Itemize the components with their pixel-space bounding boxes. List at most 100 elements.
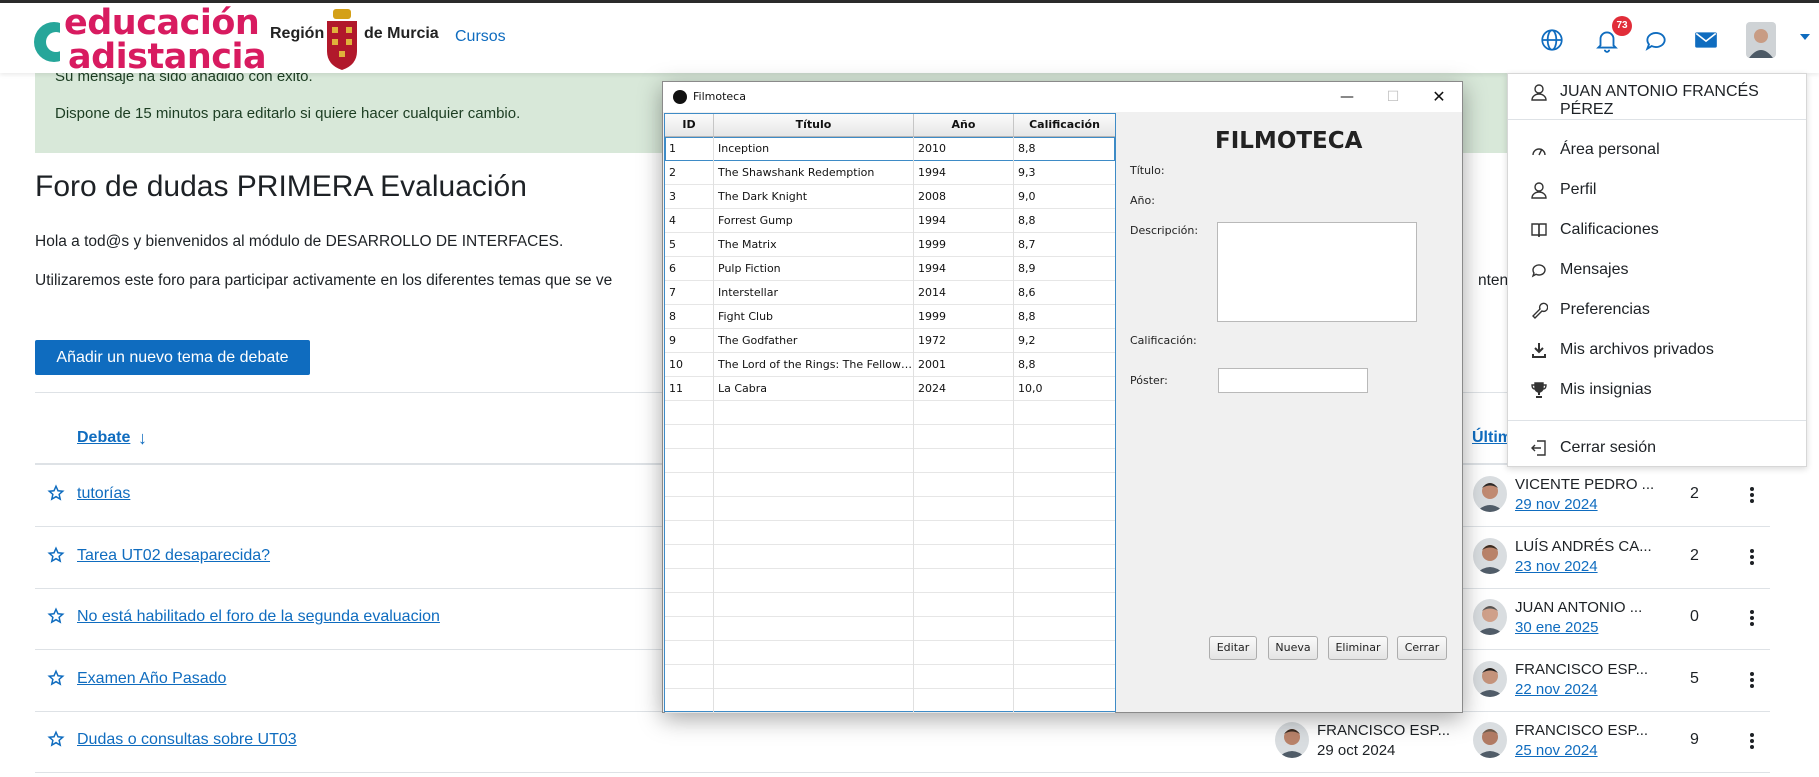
reply-count: 2 [1690,546,1699,564]
last-author-name[interactable]: FRANCISCO ESP... [1515,661,1648,678]
delete-button[interactable]: Eliminar [1328,636,1388,660]
col-title[interactable]: Título [714,114,914,136]
movies-table[interactable]: ID Título Año Calificación 1 Inception 201… [664,113,1116,713]
discussion-link[interactable]: tutorías [77,485,130,503]
new-button[interactable]: Nueva [1268,636,1318,660]
table-cell [914,641,1014,665]
table-cell [914,665,1014,689]
chevron-down-icon[interactable] [1800,34,1810,40]
site-logo[interactable]: educación adistancia [34,6,267,75]
table-cell [665,401,714,425]
more-actions-icon[interactable] [1748,547,1756,567]
star-icon[interactable] [47,668,65,687]
menu-item-mensajes[interactable]: Mensajes [1508,252,1806,288]
last-author-name[interactable]: LUÍS ANDRÉS CA... [1515,538,1652,555]
table-row[interactable]: 2 The Shawshank Redemption 1994 9,3 [665,161,1115,185]
user-avatar[interactable] [1746,22,1776,58]
last-post-date[interactable]: 29 nov 2024 [1515,496,1598,513]
col-id[interactable]: ID [665,114,714,136]
table-cell: 9,3 [1018,166,1036,179]
column-header-last-post[interactable]: Últim [1472,429,1512,447]
more-actions-icon[interactable] [1748,731,1756,751]
minimize-icon[interactable]: — [1324,82,1370,112]
col-year[interactable]: Año [914,114,1014,136]
menu-item-calificaciones[interactable]: Calificaciones [1508,212,1806,248]
menu-item-mis-insignias[interactable]: Mis insignias [1508,372,1806,408]
label-title: Título: [1130,164,1165,177]
close-icon[interactable]: ✕ [1416,82,1462,112]
empty-table-row [665,569,1115,593]
window-titlebar[interactable]: Filmoteca — ☐ ✕ [663,82,1462,112]
table-cell [714,689,914,713]
star-icon[interactable] [47,607,65,625]
table-cell: The Shawshank Redemption [714,161,914,185]
avatar[interactable] [1473,599,1507,635]
menu-item-preferencias[interactable]: Preferencias [1508,292,1806,328]
more-actions-icon[interactable] [1748,608,1756,628]
table-row[interactable]: 5 The Matrix 1999 8,7 [665,233,1115,257]
last-author-name[interactable]: VICENTE PEDRO ... [1515,476,1654,493]
more-actions-icon[interactable] [1748,670,1756,690]
more-actions-icon[interactable] [1748,485,1756,505]
discussion-link[interactable]: No está habilitado el foro de la segunda… [77,608,440,626]
menu-item-perfil[interactable]: Perfil [1508,172,1806,208]
envelope-icon[interactable] [1693,27,1719,53]
poster-input[interactable] [1218,368,1368,393]
add-topic-button[interactable]: Añadir un nuevo tema de debate [35,340,310,375]
edit-button[interactable]: Editar [1209,636,1257,660]
last-post-date[interactable]: 25 nov 2024 [1515,742,1598,759]
table-row[interactable]: 8 Fight Club 1999 8,8 [665,305,1115,329]
menu-item-mis-archivos-privados[interactable]: Mis archivos privados [1508,332,1806,368]
author-name[interactable]: FRANCISCO ESP... [1317,722,1450,739]
table-cell [665,425,714,449]
table-row[interactable]: 11 La Cabra 2024 10,0 [665,377,1115,401]
last-post-date[interactable]: 23 nov 2024 [1515,558,1598,575]
chat-icon[interactable] [1643,27,1669,53]
discussion-link[interactable]: Examen Año Pasado [77,670,226,688]
menu-user-name[interactable]: JUAN ANTONIO FRANCÉS PÉREZ [1508,74,1806,118]
table-cell: 11 [665,377,714,401]
wrench-icon [1532,302,1548,319]
table-cell: 8,8 [1018,142,1036,155]
description-textarea[interactable] [1217,222,1417,322]
table-row[interactable]: 9 The Godfather 1972 9,2 [665,329,1115,353]
globe-icon[interactable] [1539,27,1565,53]
discussion-link[interactable]: Dudas o consultas sobre UT03 [77,731,297,749]
star-icon[interactable] [47,545,65,564]
star-icon[interactable] [47,730,65,748]
empty-table-row [665,545,1115,569]
avatar[interactable] [1275,722,1309,758]
table-row[interactable]: 1 Inception 2010 8,8 [665,137,1115,161]
table-cell: 3 [665,185,714,209]
discussion-row: Dudas o consultas sobre UT03 FRANCISCO ES… [35,712,1770,773]
star-icon[interactable] [47,484,65,502]
col-rating[interactable]: Calificación [1014,114,1115,136]
sort-down-icon[interactable]: ↓ [138,428,147,449]
maximize-icon[interactable]: ☐ [1370,82,1416,112]
avatar[interactable] [1473,537,1507,574]
table-row[interactable]: 10 The Lord of the Rings: The Fellows... 2… [665,353,1115,377]
table-cell [714,545,914,569]
table-row[interactable]: 6 Pulp Fiction 1994 8,9 [665,257,1115,281]
close-button[interactable]: Cerrar [1397,636,1447,660]
table-row[interactable]: 7 Interstellar 2014 8,6 [665,281,1115,305]
avatar[interactable] [1473,722,1507,758]
table-cell [714,401,914,425]
discussion-link[interactable]: Tarea UT02 desaparecida? [77,547,270,565]
table-cell [714,521,914,545]
last-post-date[interactable]: 30 ene 2025 [1515,619,1598,636]
table-row[interactable]: 4 Forrest Gump 1994 8,8 [665,209,1115,233]
menu-item-logout[interactable]: Cerrar sesión [1508,430,1806,466]
avatar[interactable] [1473,476,1507,512]
last-author-name[interactable]: JUAN ANTONIO ... [1515,599,1642,616]
table-cell: Forrest Gump [714,209,914,233]
logout-icon [1531,440,1546,456]
avatar[interactable] [1473,660,1507,697]
table-row[interactable]: 3 The Dark Knight 2008 9,0 [665,185,1115,209]
column-header-debate[interactable]: Debate [77,429,130,447]
menu-item-área-personal[interactable]: Área personal [1508,132,1806,168]
nav-courses-link[interactable]: Cursos [455,28,506,46]
last-post-date[interactable]: 22 nov 2024 [1515,681,1598,698]
region-shield-icon [327,9,357,70]
last-author-name[interactable]: FRANCISCO ESP... [1515,722,1648,739]
